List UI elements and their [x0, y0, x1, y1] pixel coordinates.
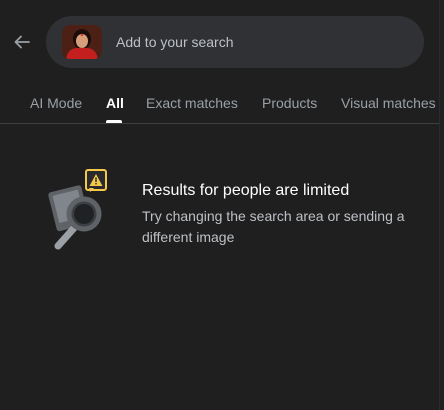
uploaded-image-thumbnail[interactable]	[62, 25, 102, 59]
tab-products[interactable]: Products	[262, 95, 317, 111]
top-bar: Add to your search	[0, 0, 444, 84]
tab-exact-matches[interactable]: Exact matches	[146, 95, 238, 111]
panel-edge	[439, 0, 444, 410]
active-tab-indicator	[106, 120, 122, 123]
photo-magnifier-warning-icon	[48, 169, 107, 250]
arrow-left-icon	[14, 35, 30, 49]
notice-body: Try changing the search area or sending …	[142, 208, 405, 245]
search-placeholder: Add to your search	[116, 34, 234, 50]
notice-title: Results for people are limited	[142, 182, 350, 199]
back-button[interactable]	[10, 30, 34, 54]
tab-ai-mode[interactable]: AI Mode	[30, 95, 82, 111]
limited-results-illustration	[44, 168, 120, 254]
search-box[interactable]: Add to your search	[46, 16, 424, 68]
tab-visual-matches[interactable]: Visual matches	[341, 95, 436, 111]
tab-all[interactable]: All	[106, 95, 124, 111]
results-tabs: AI Mode All Exact matches Products Visua…	[0, 84, 444, 124]
